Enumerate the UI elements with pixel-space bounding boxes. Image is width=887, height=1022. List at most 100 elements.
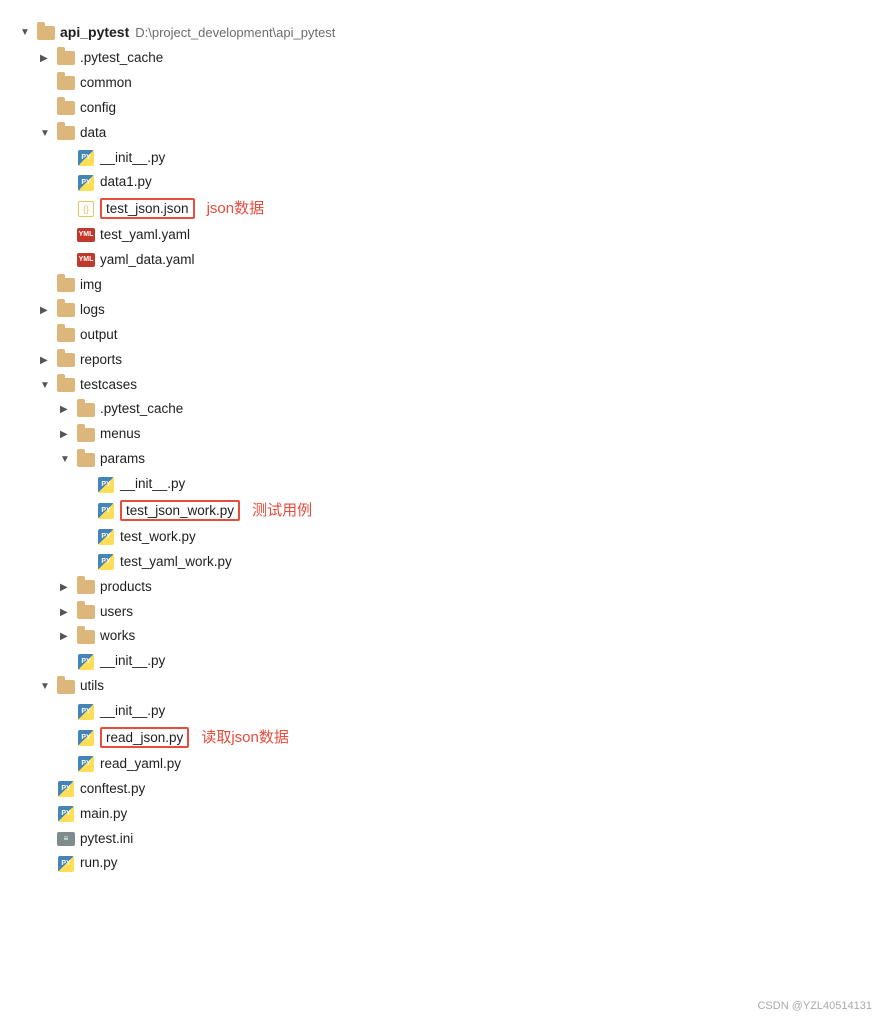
- tree-arrow-logs[interactable]: [40, 302, 56, 319]
- tree-item-products[interactable]: products: [20, 575, 867, 600]
- tree-item-utils_init[interactable]: PY__init__.py: [20, 699, 867, 724]
- tree-item-conftest[interactable]: PYconftest.py: [20, 777, 867, 802]
- python-file-icon: PY: [76, 755, 96, 773]
- annotation-read_json: 读取json数据: [201, 725, 289, 751]
- ini-file-icon: ≡: [56, 830, 76, 848]
- folder-icon: [56, 678, 76, 696]
- folder-icon: [56, 326, 76, 344]
- tree-label-menus: menus: [100, 423, 141, 446]
- folder-icon: [76, 578, 96, 596]
- tree-label-main: main.py: [80, 803, 127, 826]
- tree-item-read_json[interactable]: PYread_json.py读取json数据: [20, 724, 867, 752]
- yaml-file-icon: YML: [76, 226, 96, 244]
- tree-label-utils: utils: [80, 675, 104, 698]
- tree-item-testcases_init[interactable]: PY__init__.py: [20, 649, 867, 674]
- tree-label-test_work: test_work.py: [120, 526, 196, 549]
- tree-item-pytest_cache_root[interactable]: .pytest_cache: [20, 46, 867, 71]
- tree-item-testcases_pytest_cache[interactable]: .pytest_cache: [20, 397, 867, 422]
- python-file-icon: PY: [96, 528, 116, 546]
- tree-item-output[interactable]: output: [20, 323, 867, 348]
- tree-item-works[interactable]: works: [20, 624, 867, 649]
- python-file-icon: PY: [96, 553, 116, 571]
- tree-label-root: api_pytest: [60, 21, 129, 45]
- tree-arrow-users[interactable]: [60, 604, 76, 621]
- file-tree: api_pytestD:\project_development\api_pyt…: [0, 10, 887, 886]
- tree-item-params[interactable]: params: [20, 447, 867, 472]
- tree-item-data1[interactable]: PYdata1.py: [20, 170, 867, 195]
- tree-item-reports[interactable]: reports: [20, 348, 867, 373]
- tree-item-users[interactable]: users: [20, 600, 867, 625]
- python-file-icon: PY: [76, 149, 96, 167]
- folder-icon: [56, 99, 76, 117]
- tree-label-pytest_ini: pytest.ini: [80, 828, 133, 851]
- tree-item-main[interactable]: PYmain.py: [20, 802, 867, 827]
- json-file-icon: {}: [76, 200, 96, 218]
- tree-arrow-pytest_cache_root[interactable]: [40, 50, 56, 67]
- python-file-icon: PY: [76, 703, 96, 721]
- tree-item-test_yaml_work[interactable]: PYtest_yaml_work.py: [20, 550, 867, 575]
- tree-item-img[interactable]: img: [20, 273, 867, 298]
- tree-item-menus[interactable]: menus: [20, 422, 867, 447]
- tree-arrow-params[interactable]: [60, 451, 76, 468]
- tree-arrow-data[interactable]: [40, 125, 56, 142]
- tree-label-common: common: [80, 72, 132, 95]
- tree-item-test_yaml[interactable]: YMLtest_yaml.yaml: [20, 223, 867, 248]
- python-file-icon: PY: [96, 502, 116, 520]
- python-file-icon: PY: [76, 729, 96, 747]
- tree-item-test_json_work[interactable]: PYtest_json_work.py 测试用例: [20, 497, 867, 525]
- python-file-icon: PY: [76, 174, 96, 192]
- tree-item-params_init[interactable]: PY__init__.py: [20, 472, 867, 497]
- tree-arrow-testcases[interactable]: [40, 377, 56, 394]
- tree-label-params: params: [100, 448, 145, 471]
- tree-label-read_yaml: read_yaml.py: [100, 753, 181, 776]
- tree-item-test_work[interactable]: PYtest_work.py: [20, 525, 867, 550]
- tree-label-yaml_data: yaml_data.yaml: [100, 249, 195, 272]
- tree-item-testcases[interactable]: testcases: [20, 373, 867, 398]
- folder-icon: [76, 401, 96, 419]
- tree-label-products: products: [100, 576, 152, 599]
- tree-arrow-testcases_pytest_cache[interactable]: [60, 401, 76, 418]
- folder-icon: [56, 74, 76, 92]
- tree-label-testcases_init: __init__.py: [100, 650, 165, 673]
- tree-label-reports: reports: [80, 349, 122, 372]
- tree-item-logs[interactable]: logs: [20, 298, 867, 323]
- tree-item-run[interactable]: PYrun.py: [20, 851, 867, 876]
- tree-item-pytest_ini[interactable]: ≡pytest.ini: [20, 827, 867, 852]
- yaml-file-icon: YML: [76, 251, 96, 269]
- tree-arrow-utils[interactable]: [40, 678, 56, 695]
- tree-label-output: output: [80, 324, 118, 347]
- tree-arrow-works[interactable]: [60, 628, 76, 645]
- folder-icon: [36, 24, 56, 42]
- annotation-test_json_work: 测试用例: [252, 498, 312, 524]
- folder-icon: [76, 628, 96, 646]
- folder-icon: [56, 301, 76, 319]
- tree-item-read_yaml[interactable]: PYread_yaml.py: [20, 752, 867, 777]
- tree-arrow-menus[interactable]: [60, 426, 76, 443]
- tree-arrow-products[interactable]: [60, 579, 76, 596]
- folder-icon: [56, 49, 76, 67]
- tree-item-root[interactable]: api_pytestD:\project_development\api_pyt…: [20, 20, 867, 46]
- tree-label-test_yaml_work: test_yaml_work.py: [120, 551, 232, 574]
- tree-item-common[interactable]: common: [20, 71, 867, 96]
- tree-label-data_init: __init__.py: [100, 147, 165, 170]
- tree-arrow-root[interactable]: [20, 24, 36, 41]
- tree-label-config: config: [80, 97, 116, 120]
- tree-label-logs: logs: [80, 299, 105, 322]
- tree-label-test_json_work: test_json_work.py: [120, 500, 240, 523]
- tree-label-data1: data1.py: [100, 171, 152, 194]
- python-file-icon: PY: [76, 653, 96, 671]
- tree-item-config[interactable]: config: [20, 96, 867, 121]
- tree-item-data_init[interactable]: PY__init__.py: [20, 146, 867, 171]
- tree-arrow-reports[interactable]: [40, 352, 56, 369]
- tree-item-yaml_data[interactable]: YMLyaml_data.yaml: [20, 248, 867, 273]
- watermark: CSDN @YZL40514131: [757, 1000, 872, 1012]
- python-file-icon: PY: [56, 780, 76, 798]
- tree-label-run: run.py: [80, 852, 118, 875]
- tree-item-data[interactable]: data: [20, 121, 867, 146]
- python-file-icon: PY: [96, 476, 116, 494]
- tree-item-utils[interactable]: utils: [20, 674, 867, 699]
- tree-label-data: data: [80, 122, 106, 145]
- folder-icon: [56, 124, 76, 142]
- tree-item-test_json[interactable]: {}test_json.jsonjson数据: [20, 195, 867, 223]
- tree-label-test_yaml: test_yaml.yaml: [100, 224, 190, 247]
